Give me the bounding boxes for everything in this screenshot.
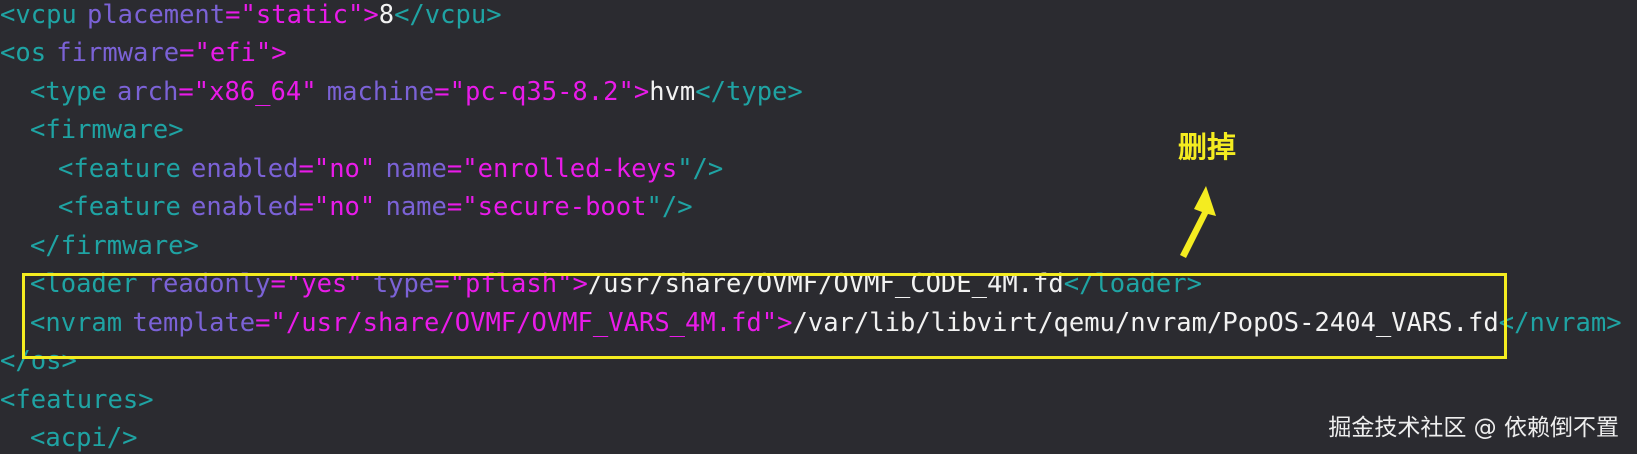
arrow-up-icon [1180,186,1216,258]
tag-open: < [0,385,16,415]
attribute-name: enabled [191,192,299,222]
tag-name: firmware [45,115,169,145]
end-tag-open: </ [695,77,726,107]
code-line-firmware-close: </firmware> [30,226,199,266]
code-line-type: <type arch="x86_64" machine="pc-q35-8.2">h… [30,72,803,112]
attribute-name: machine [326,77,435,107]
tag-open: < [30,77,46,107]
tag-name: feature [73,192,181,222]
tag-name: features [15,385,139,415]
tag-name: vcpu [15,0,77,30]
attr-eq: =" [178,77,210,107]
code-line-firmware-open: <firmware> [30,110,184,150]
code-line-os: <os firmware="efi"> [0,33,287,73]
end-tag-close: > [1606,308,1622,338]
highlight-box [22,273,1507,359]
attr-eq: =" [179,38,210,68]
code-line-features: <features> [0,380,154,420]
attr-eq: =" [434,77,465,107]
end-tag-close: > [183,231,199,261]
tag-self-close: "/> [646,192,693,222]
attr-eq: =" [298,154,330,184]
end-tag-close: > [486,0,502,30]
tag-open: < [30,115,46,145]
attribute-name: placement [86,0,226,30]
code-line-feature-secure-boot: <feature enabled="no" name="secure-boot"/> [58,187,693,227]
tag-close: > [138,385,154,415]
code-line-feature-enrolled-keys: <feature enabled="no" name="enrolled-keys"… [58,149,723,189]
end-tag-close: > [787,77,803,107]
tag-name: os [15,38,47,68]
element-text: hvm [649,77,696,107]
attribute-value: no [329,154,360,184]
end-tag-name: vcpu [424,0,487,30]
tag-name: type [45,77,107,107]
attr-quote: " [359,192,376,222]
attr-eq: =" [298,192,330,222]
end-tag-open: </ [30,231,61,261]
tag-open: < [0,0,16,30]
attribute-name: enabled [191,154,299,184]
annotation-label: 删掉 [1178,130,1237,164]
tag-open: < [58,192,74,222]
attribute-name: name [385,154,447,184]
end-tag-name: nvram [1529,308,1607,338]
tag-open: < [0,38,16,68]
code-line-acpi: <acpi/> [30,418,138,454]
tag-close: > [168,115,184,145]
watermark: 掘金技术社区 @ 依赖倒不置 [1328,415,1619,441]
attribute-name: arch [116,77,179,107]
code-line-vcpu: <vcpu placement="static">8</vcpu> [0,0,502,35]
attribute-value: static [255,0,348,30]
attribute-name: firmware [56,38,180,68]
tag-open: < [58,154,74,184]
attribute-name: name [385,192,447,222]
attr-eq: =" [225,0,256,30]
attribute-value: pc-q35-8.2 [464,77,619,107]
end-tag-name: type [726,77,788,107]
element-text: 8 [378,0,395,30]
attr-quote: " [301,77,317,107]
attr-eq: =" [446,192,478,222]
attribute-value: x86_64 [209,77,302,107]
attr-close: "> [255,38,287,68]
end-tag-open: </ [394,0,425,30]
attr-eq: =" [446,154,478,184]
attr-close: "> [347,0,379,30]
tag-self-close: /> [106,423,138,453]
attribute-value: efi [209,38,256,68]
attribute-value: secure-boot [477,192,647,222]
attribute-value: no [329,192,360,222]
attr-quote: " [359,154,376,184]
attr-close: "> [618,77,650,107]
tag-name: acpi [45,423,107,453]
attribute-value: enrolled-keys [477,154,678,184]
tag-self-close: "/> [677,154,724,184]
tag-open: < [30,423,46,453]
tag-name: feature [73,154,181,184]
end-tag-name: firmware [60,231,184,261]
code-editor[interactable]: <vcpu placement="static">8</vcpu> <os firm… [0,0,1637,454]
